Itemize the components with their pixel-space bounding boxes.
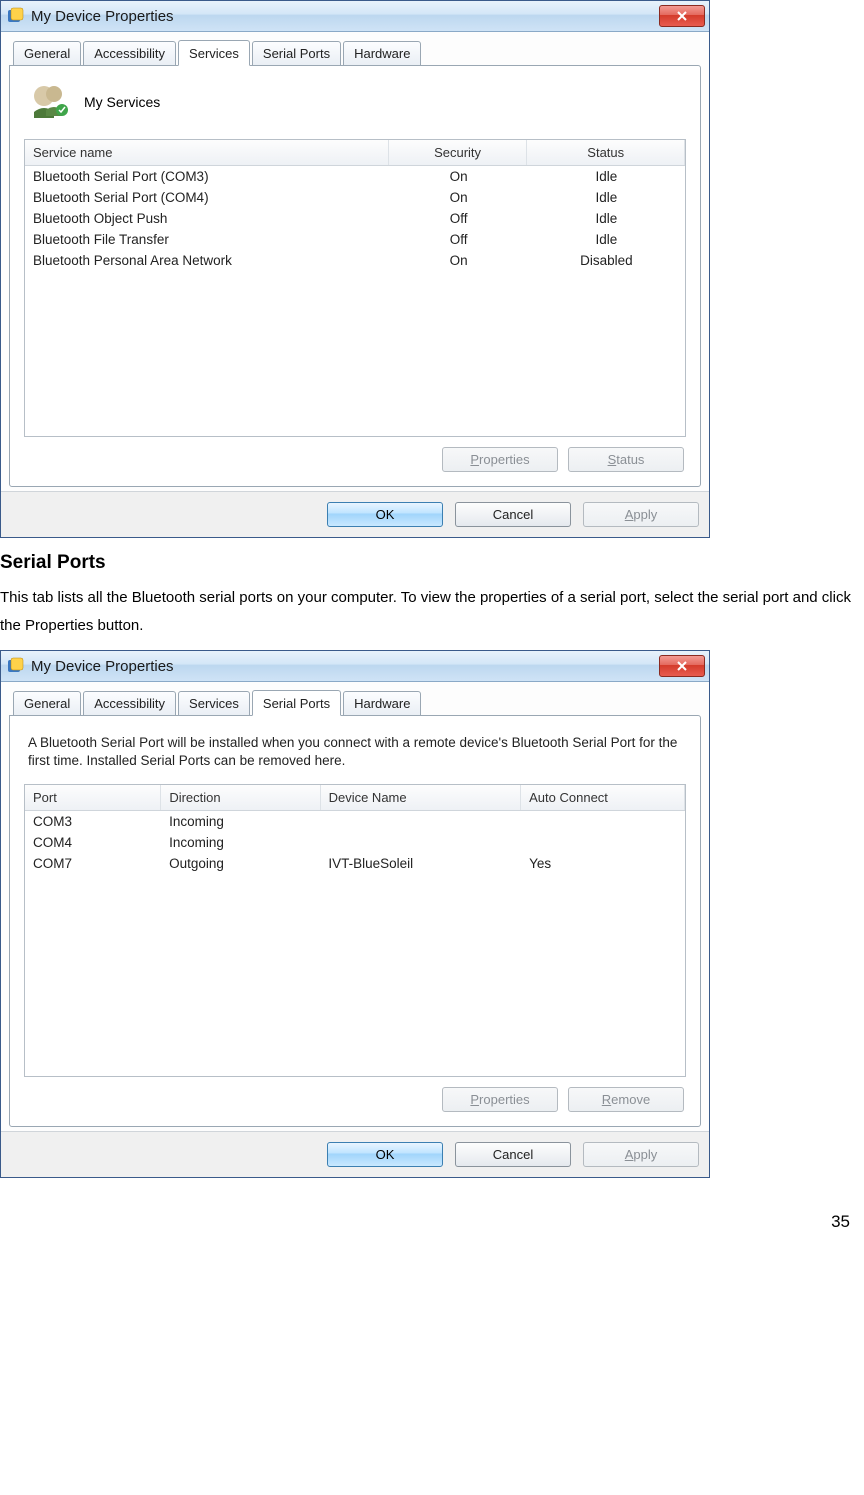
cell: Incoming xyxy=(161,832,320,853)
cancel-button[interactable]: Cancel xyxy=(455,502,571,527)
cell: Idle xyxy=(528,229,685,250)
cell: COM4 xyxy=(25,832,161,853)
serialports-table[interactable]: PortDirectionDevice NameAuto Connect COM… xyxy=(24,784,686,1077)
cell: COM3 xyxy=(25,811,161,832)
dialog-footer: OK Cancel Apply xyxy=(1,491,709,537)
cell: Bluetooth Object Push xyxy=(25,208,389,229)
serialports-description: A Bluetooth Serial Port will be installe… xyxy=(28,734,682,770)
cell: Incoming xyxy=(161,811,320,832)
section-paragraph: This tab lists all the Bluetooth serial … xyxy=(0,584,864,640)
services-icon xyxy=(30,82,70,121)
table-row[interactable]: COM7OutgoingIVT-BlueSoleilYes xyxy=(25,853,685,874)
close-icon xyxy=(676,660,688,672)
table-row[interactable]: Bluetooth File TransferOffIdle xyxy=(25,229,685,250)
close-button[interactable] xyxy=(659,655,705,677)
column-header[interactable]: Port xyxy=(25,785,161,810)
win2-tab-serial-ports[interactable]: Serial Ports xyxy=(252,690,341,716)
win1-tab-general[interactable]: General xyxy=(13,41,81,67)
close-icon xyxy=(676,10,688,22)
properties-button[interactable]: Properties xyxy=(442,447,558,472)
column-header[interactable]: Direction xyxy=(161,785,320,810)
win1-tab-services[interactable]: Services xyxy=(178,40,250,66)
dialog-footer: OK Cancel Apply xyxy=(1,1131,709,1177)
ok-button[interactable]: OK xyxy=(327,1142,443,1167)
cell: Bluetooth Personal Area Network xyxy=(25,250,389,271)
cell: Idle xyxy=(528,208,685,229)
cell: Idle xyxy=(528,187,685,208)
win2-tab-accessibility[interactable]: Accessibility xyxy=(83,691,176,717)
properties-window-serialports: My Device Properties GeneralAccessibilit… xyxy=(0,650,710,1178)
cell: IVT-BlueSoleil xyxy=(320,853,521,874)
table-row[interactable]: Bluetooth Serial Port (COM3)OnIdle xyxy=(25,166,685,187)
column-header[interactable]: Device Name xyxy=(321,785,522,810)
table-row[interactable]: COM3Incoming xyxy=(25,811,685,832)
column-header[interactable]: Auto Connect xyxy=(521,785,685,810)
table-row[interactable]: Bluetooth Object PushOffIdle xyxy=(25,208,685,229)
cell: Bluetooth Serial Port (COM3) xyxy=(25,166,389,187)
cell: Bluetooth Serial Port (COM4) xyxy=(25,187,389,208)
titlebar[interactable]: My Device Properties xyxy=(1,651,709,682)
win2-tab-services[interactable]: Services xyxy=(178,691,250,717)
cell xyxy=(521,832,685,853)
column-header[interactable]: Service name xyxy=(25,140,389,165)
win2-tab-hardware[interactable]: Hardware xyxy=(343,691,421,717)
services-table[interactable]: Service nameSecurityStatus Bluetooth Ser… xyxy=(24,139,686,437)
status-button[interactable]: Status xyxy=(568,447,684,472)
cell: Yes xyxy=(521,853,685,874)
remove-button[interactable]: Remove xyxy=(568,1087,684,1112)
cell: Outgoing xyxy=(161,853,320,874)
table-row[interactable]: COM4Incoming xyxy=(25,832,685,853)
win1-tab-serial-ports[interactable]: Serial Ports xyxy=(252,41,341,67)
titlebar[interactable]: My Device Properties xyxy=(1,1,709,32)
cell xyxy=(521,811,685,832)
cell: Disabled xyxy=(528,250,685,271)
cell: On xyxy=(389,166,527,187)
properties-window-services: My Device Properties GeneralAccessibilit… xyxy=(0,0,710,538)
tab-panel-serialports: A Bluetooth Serial Port will be installe… xyxy=(9,715,701,1127)
cell: Off xyxy=(389,208,527,229)
ok-button[interactable]: OK xyxy=(327,502,443,527)
window-title: My Device Properties xyxy=(31,8,659,25)
cell: On xyxy=(389,187,527,208)
app-icon xyxy=(7,7,25,25)
table-row[interactable]: Bluetooth Serial Port (COM4)OnIdle xyxy=(25,187,685,208)
win2-tab-general[interactable]: General xyxy=(13,691,81,717)
apply-button[interactable]: Apply xyxy=(583,502,699,527)
table-row[interactable]: Bluetooth Personal Area NetworkOnDisable… xyxy=(25,250,685,271)
cell xyxy=(320,811,521,832)
section-heading: Serial Ports xyxy=(0,552,864,574)
cell: Off xyxy=(389,229,527,250)
column-header[interactable]: Security xyxy=(389,140,528,165)
services-section-label: My Services xyxy=(84,94,160,110)
tab-panel-services: My Services Service nameSecurityStatus B… xyxy=(9,65,701,487)
cell: COM7 xyxy=(25,853,161,874)
apply-button[interactable]: Apply xyxy=(583,1142,699,1167)
properties-button[interactable]: Properties xyxy=(442,1087,558,1112)
close-button[interactable] xyxy=(659,5,705,27)
cell: Bluetooth File Transfer xyxy=(25,229,389,250)
cell: On xyxy=(389,250,527,271)
cell: Idle xyxy=(528,166,685,187)
win1-tab-accessibility[interactable]: Accessibility xyxy=(83,41,176,67)
window-title: My Device Properties xyxy=(31,658,659,675)
page-number: 35 xyxy=(831,1212,850,1232)
app-icon xyxy=(7,657,25,675)
win1-tab-hardware[interactable]: Hardware xyxy=(343,41,421,67)
cell xyxy=(320,832,521,853)
column-header[interactable]: Status xyxy=(527,140,685,165)
cancel-button[interactable]: Cancel xyxy=(455,1142,571,1167)
